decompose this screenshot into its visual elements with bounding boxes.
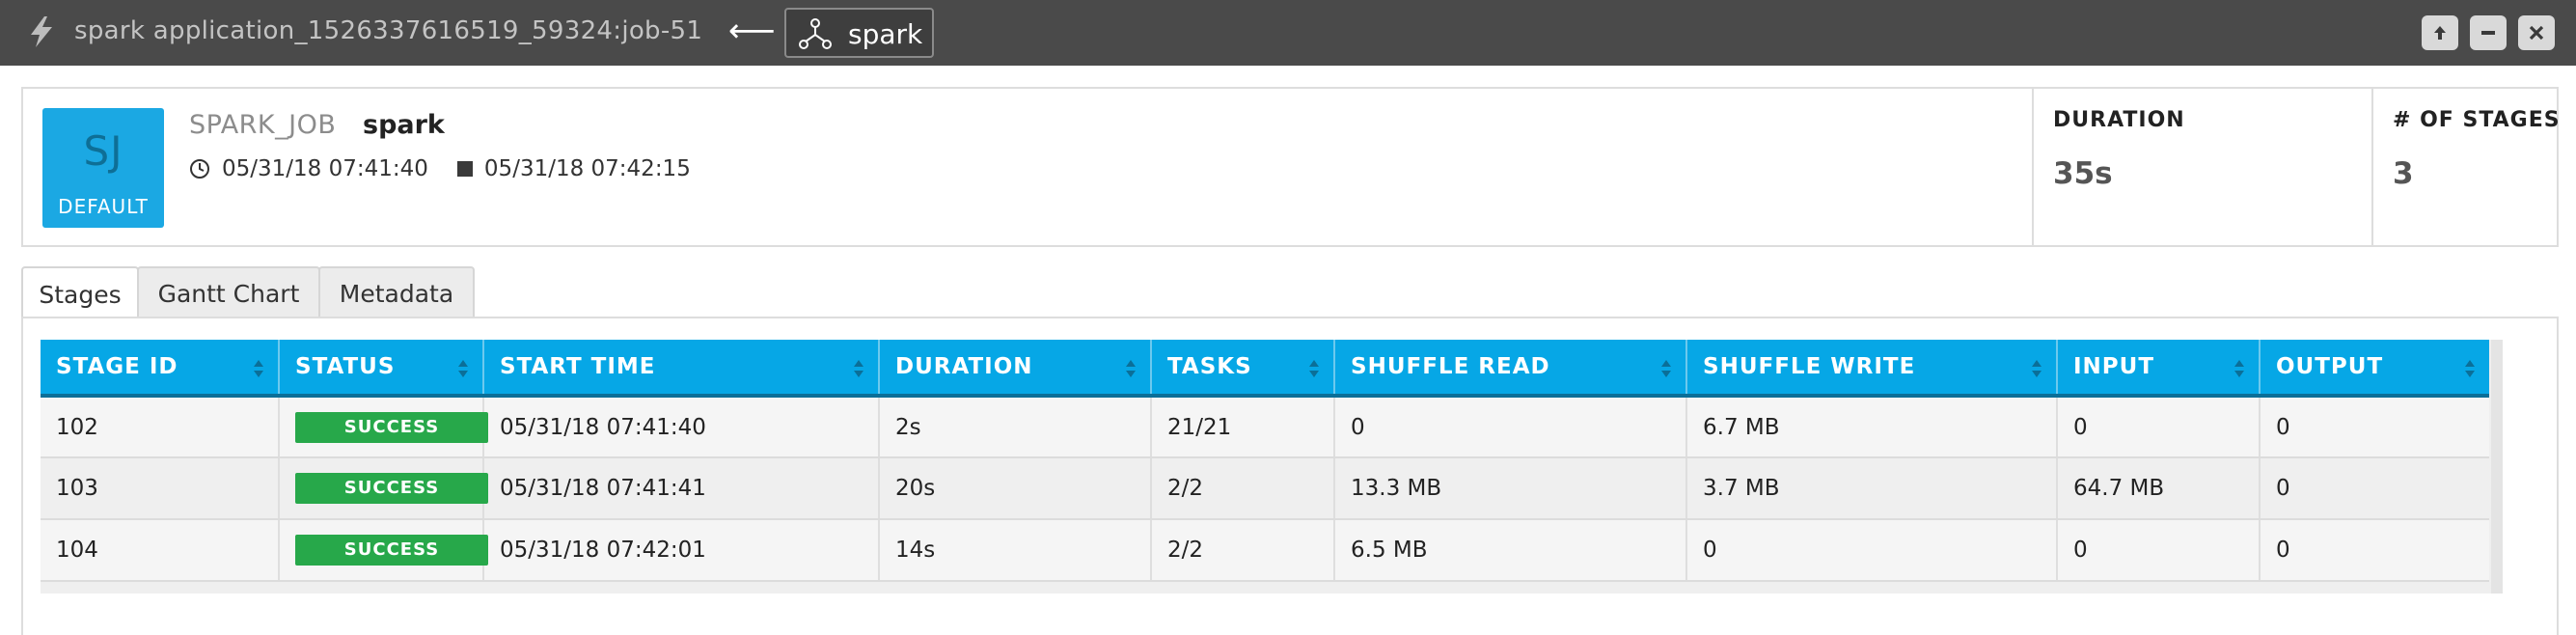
pin-icon: [2434, 26, 2446, 40]
sort-icon[interactable]: [2031, 359, 2042, 378]
tab-bar: Stages Gantt Chart Metadata: [21, 266, 475, 320]
start-time: 05/31/18 07:41:40: [222, 156, 428, 181]
cell-tasks: 21/21: [1151, 396, 1335, 458]
job-type: SPARK_JOB: [189, 110, 337, 140]
cell-start-time: 05/31/18 07:41:41: [483, 457, 880, 520]
tab-stages[interactable]: Stages: [21, 266, 139, 320]
table-scrollbar[interactable]: [2491, 340, 2503, 594]
table-row[interactable]: 103 SUCCESS 05/31/18 07:41:41 20s 2/2 13…: [41, 457, 2489, 520]
cell-stage-id: 104: [41, 519, 280, 582]
job-summary-card: SJ DEFAULT SPARK_JOB spark 05/31/18 07:4…: [21, 87, 2561, 247]
cell-output: 0: [2260, 457, 2489, 520]
cell-output: 0: [2260, 519, 2489, 582]
cell-input: 0: [2057, 519, 2261, 582]
column-header-status[interactable]: STATUS: [279, 340, 484, 398]
cell-shuffle-read: 0: [1334, 396, 1687, 458]
stages-value: 3: [2393, 156, 2414, 191]
close-button[interactable]: [2518, 15, 2555, 50]
cell-duration: 2s: [879, 396, 1152, 458]
column-header-start-time[interactable]: START TIME: [483, 340, 880, 398]
column-header-shuffle-write[interactable]: SHUFFLE WRITE: [1686, 340, 2058, 398]
back-arrow-icon[interactable]: ⟵: [728, 14, 776, 48]
cell-shuffle-read: 13.3 MB: [1334, 457, 1687, 520]
tab-metadata[interactable]: Metadata: [318, 266, 475, 318]
column-header-output[interactable]: OUTPUT: [2260, 340, 2489, 398]
column-header-shuffle-read[interactable]: SHUFFLE READ: [1334, 340, 1687, 398]
sort-icon[interactable]: [457, 359, 469, 378]
status-badge: SUCCESS: [295, 473, 488, 504]
sort-icon[interactable]: [253, 359, 264, 378]
status-badge: SUCCESS: [295, 411, 488, 443]
column-header-stage-id[interactable]: STAGE ID: [41, 340, 280, 398]
minimize-icon: [2481, 31, 2495, 35]
cell-start-time: 05/31/18 07:41:40: [483, 396, 880, 458]
cell-start-time: 05/31/18 07:42:01: [483, 519, 880, 582]
badge-initials: SJ: [83, 127, 123, 175]
cell-shuffle-write: 3.7 MB: [1686, 457, 2058, 520]
cell-tasks: 2/2: [1151, 519, 1335, 582]
cell-shuffle-read: 6.5 MB: [1334, 519, 1687, 582]
parent-link-label: spark: [848, 18, 923, 50]
table-row[interactable]: 104 SUCCESS 05/31/18 07:42:01 14s 2/2 6.…: [41, 519, 2489, 582]
parent-link-button[interactable]: spark: [784, 8, 934, 58]
column-header-input[interactable]: INPUT: [2057, 340, 2261, 398]
close-icon: [2529, 25, 2544, 41]
bolt-icon: [31, 16, 52, 47]
stages-table-container: STAGE ID STATUS START TIME DURATION TASK…: [41, 340, 2503, 594]
tab-gantt-chart[interactable]: Gantt Chart: [137, 266, 320, 318]
cell-shuffle-write: 0: [1686, 519, 2058, 582]
cell-duration: 20s: [879, 457, 1152, 520]
cell-output: 0: [2260, 396, 2489, 458]
sort-icon[interactable]: [2233, 359, 2245, 378]
cell-status: SUCCESS: [279, 519, 488, 582]
cell-input: 64.7 MB: [2057, 457, 2261, 520]
end-time: 05/31/18 07:42:15: [483, 156, 691, 181]
cell-tasks: 2/2: [1151, 457, 1335, 520]
window-title: spark application_1526337616519_59324:jo…: [74, 16, 703, 45]
window-titlebar: spark application_1526337616519_59324:jo…: [0, 0, 2576, 66]
stages-table: STAGE ID STATUS START TIME DURATION TASK…: [41, 340, 2489, 582]
job-time-row: 05/31/18 07:41:40 05/31/18 07:42:15: [189, 154, 691, 183]
duration-value: 35s: [2053, 156, 2113, 191]
cell-shuffle-write: 6.7 MB: [1686, 396, 2058, 458]
sort-icon[interactable]: [1660, 359, 1672, 378]
cell-stage-id: 103: [41, 457, 280, 520]
table-row[interactable]: 102 SUCCESS 05/31/18 07:41:40 2s 21/21 0…: [41, 396, 2489, 458]
clock-icon: [190, 159, 209, 179]
job-badge: SJ DEFAULT: [42, 108, 164, 228]
cell-stage-id: 102: [41, 396, 280, 458]
cell-duration: 14s: [879, 519, 1152, 582]
pin-button[interactable]: [2422, 15, 2458, 50]
sort-icon[interactable]: [1125, 359, 1137, 378]
table-header-row: STAGE ID STATUS START TIME DURATION TASK…: [41, 340, 2489, 398]
duration-label: DURATION: [2053, 108, 2185, 132]
job-name: spark: [363, 110, 445, 140]
cell-status: SUCCESS: [279, 457, 488, 520]
column-header-duration[interactable]: DURATION: [879, 340, 1152, 398]
column-header-tasks[interactable]: TASKS: [1151, 340, 1335, 398]
minimize-button[interactable]: [2470, 15, 2507, 50]
sort-icon[interactable]: [2464, 359, 2476, 378]
stages-metric: # OF STAGES 3: [2371, 89, 2561, 245]
status-badge: SUCCESS: [295, 535, 488, 566]
stop-icon: [456, 161, 473, 177]
badge-queue: DEFAULT: [58, 195, 149, 218]
sort-icon[interactable]: [853, 359, 864, 378]
duration-metric: DURATION 35s: [2032, 89, 2371, 245]
stages-label: # OF STAGES: [2393, 108, 2561, 132]
spark-dag-icon: [799, 18, 832, 49]
cell-status: SUCCESS: [279, 396, 488, 458]
cell-input: 0: [2057, 396, 2261, 458]
sort-icon[interactable]: [1308, 359, 1320, 378]
